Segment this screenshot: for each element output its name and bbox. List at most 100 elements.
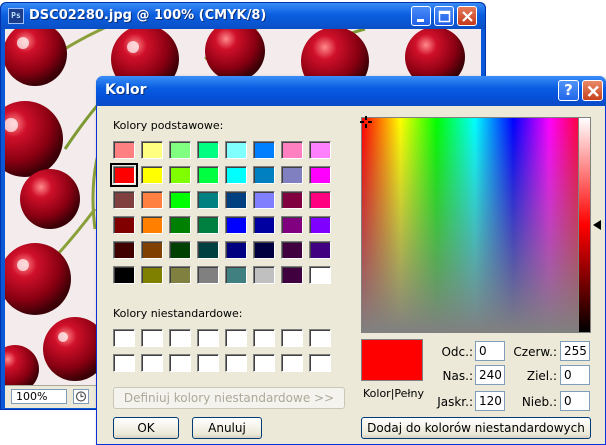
blue-field[interactable]: 0 xyxy=(560,391,590,411)
custom-color-swatch[interactable] xyxy=(281,354,303,372)
maximize-icon xyxy=(438,10,451,23)
basic-color-swatch[interactable] xyxy=(281,141,303,159)
ok-button[interactable]: OK xyxy=(113,417,179,439)
basic-color-swatch[interactable] xyxy=(253,241,275,259)
custom-color-swatch[interactable] xyxy=(225,329,247,347)
color-preview-label: Kolor|Pełny xyxy=(363,387,425,400)
basic-color-swatch[interactable] xyxy=(197,141,219,159)
dialog-titlebar[interactable]: Kolor ? xyxy=(96,76,606,106)
saturation-label: Nas.: xyxy=(442,369,473,383)
basic-color-swatch[interactable] xyxy=(281,191,303,209)
basic-color-swatch[interactable] xyxy=(141,166,163,184)
basic-color-swatch[interactable] xyxy=(197,266,219,284)
basic-color-swatch[interactable] xyxy=(197,166,219,184)
basic-color-swatch[interactable] xyxy=(113,216,135,234)
basic-color-swatch[interactable] xyxy=(309,191,331,209)
basic-color-swatch[interactable] xyxy=(281,266,303,284)
define-custom-colors-button[interactable]: Definiuj kolory niestandardowe >> xyxy=(113,387,345,409)
basic-color-swatch[interactable] xyxy=(169,266,191,284)
luminosity-arrow-icon[interactable] xyxy=(593,220,601,230)
basic-color-swatch[interactable] xyxy=(225,266,247,284)
custom-color-swatch[interactable] xyxy=(169,329,191,347)
hue-label: Odc.: xyxy=(441,345,473,359)
custom-color-swatch[interactable] xyxy=(197,329,219,347)
basic-color-swatch[interactable] xyxy=(253,141,275,159)
dialog-close-button[interactable] xyxy=(582,80,603,101)
custom-color-swatch[interactable] xyxy=(253,354,275,372)
custom-color-swatch[interactable] xyxy=(141,354,163,372)
basic-color-swatch[interactable] xyxy=(253,191,275,209)
basic-color-swatch[interactable] xyxy=(309,141,331,159)
basic-color-swatch[interactable] xyxy=(225,216,247,234)
basic-color-swatch[interactable] xyxy=(281,166,303,184)
custom-color-swatch[interactable] xyxy=(113,354,135,372)
basic-color-swatch[interactable] xyxy=(309,166,331,184)
red-field[interactable]: 255 xyxy=(560,341,590,361)
color-dialog: Kolor ? Kolory podstawowe: Kolory niesta… xyxy=(96,76,606,445)
cancel-button[interactable]: Anuluj xyxy=(192,417,262,439)
basic-color-swatch[interactable] xyxy=(113,191,135,209)
custom-color-swatch[interactable] xyxy=(197,354,219,372)
luminosity-slider[interactable] xyxy=(578,117,591,333)
basic-color-swatch[interactable] xyxy=(281,216,303,234)
status-info-icon[interactable] xyxy=(73,389,89,404)
basic-color-swatch[interactable] xyxy=(141,241,163,259)
custom-color-swatch[interactable] xyxy=(309,329,331,347)
basic-color-swatch[interactable] xyxy=(225,191,247,209)
basic-color-swatch[interactable] xyxy=(197,216,219,234)
custom-color-swatch[interactable] xyxy=(141,329,163,347)
basic-color-swatch[interactable] xyxy=(113,266,135,284)
basic-color-swatch[interactable] xyxy=(113,141,135,159)
basic-color-swatch[interactable] xyxy=(110,163,138,187)
basic-color-swatch[interactable] xyxy=(225,141,247,159)
basic-color-swatch[interactable] xyxy=(169,241,191,259)
basic-color-swatch[interactable] xyxy=(141,266,163,284)
help-button[interactable]: ? xyxy=(558,80,579,101)
hue-saturation-spectrum[interactable] xyxy=(360,116,589,333)
color-preview xyxy=(361,339,423,381)
basic-color-swatch[interactable] xyxy=(309,266,331,284)
basic-color-swatch[interactable] xyxy=(141,216,163,234)
basic-color-swatch[interactable] xyxy=(197,191,219,209)
dialog-title: Kolor xyxy=(105,82,147,98)
custom-color-swatch[interactable] xyxy=(169,354,191,372)
document-titlebar[interactable]: Ps DSC02280.jpg @ 100% (CMYK/8) xyxy=(1,3,485,29)
close-icon xyxy=(462,11,473,22)
basic-color-swatch[interactable] xyxy=(281,241,303,259)
basic-color-swatch[interactable] xyxy=(169,216,191,234)
green-field[interactable]: 0 xyxy=(560,365,590,385)
basic-color-swatch[interactable] xyxy=(169,141,191,159)
basic-color-swatch[interactable] xyxy=(169,191,191,209)
red-label: Czerw.: xyxy=(513,345,557,359)
basic-color-swatch[interactable] xyxy=(309,216,331,234)
basic-color-swatch[interactable] xyxy=(225,241,247,259)
custom-color-swatch[interactable] xyxy=(309,354,331,372)
basic-color-swatch[interactable] xyxy=(253,216,275,234)
basic-color-swatch[interactable] xyxy=(225,166,247,184)
basic-color-swatch[interactable] xyxy=(253,266,275,284)
basic-colors-label: Kolory podstawowe: xyxy=(113,119,224,132)
custom-colors-grid xyxy=(113,329,331,372)
basic-color-swatch[interactable] xyxy=(141,191,163,209)
saturation-field[interactable]: 240 xyxy=(475,365,505,385)
minimize-button[interactable] xyxy=(411,6,431,26)
custom-color-swatch[interactable] xyxy=(281,329,303,347)
custom-color-swatch[interactable] xyxy=(113,329,135,347)
basic-color-swatch[interactable] xyxy=(141,141,163,159)
custom-color-swatch[interactable] xyxy=(253,329,275,347)
basic-color-swatch[interactable] xyxy=(169,166,191,184)
green-label: Ziel.: xyxy=(526,369,557,383)
hue-field[interactable]: 0 xyxy=(475,341,505,361)
basic-color-swatch[interactable] xyxy=(197,241,219,259)
maximize-button[interactable] xyxy=(434,6,454,26)
close-button[interactable] xyxy=(457,6,477,26)
basic-color-swatch[interactable] xyxy=(309,241,331,259)
luminosity-label: Jaskr.: xyxy=(437,395,473,409)
custom-color-swatch[interactable] xyxy=(225,354,247,372)
close-icon xyxy=(587,85,599,97)
luminosity-field[interactable]: 120 xyxy=(475,391,505,411)
zoom-level-field[interactable]: 100% xyxy=(11,389,67,404)
basic-color-swatch[interactable] xyxy=(113,241,135,259)
add-to-custom-colors-button[interactable]: Dodaj do kolorów niestandardowych xyxy=(361,417,591,439)
basic-color-swatch[interactable] xyxy=(253,166,275,184)
